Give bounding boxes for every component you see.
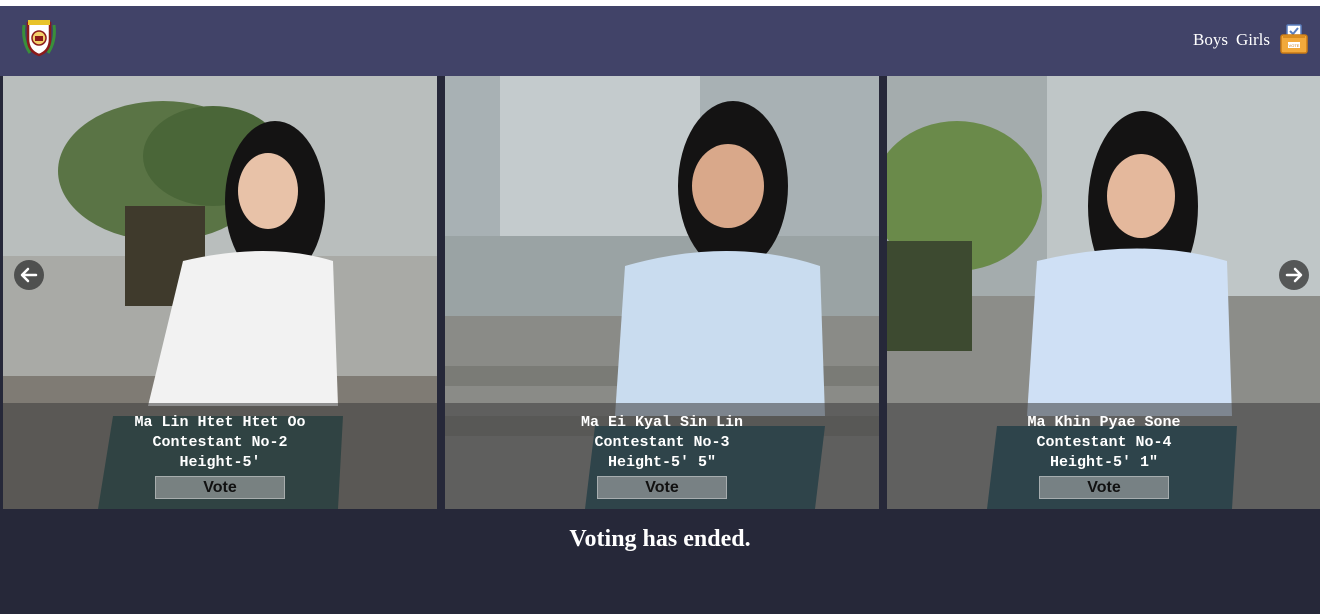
school-crest-icon[interactable] <box>18 17 60 59</box>
vote-button[interactable]: Vote <box>155 476 285 499</box>
ballot-box-label: VOTE <box>1289 43 1300 48</box>
contestant-name: Ma Ei Kyal Sin Lin <box>580 414 744 431</box>
contestant-caption: Ma Lin Htet Htet Oo Contestant No-2 Heig… <box>3 403 437 509</box>
main-area: Ma Lin Htet Htet Oo Contestant No-2 Heig… <box>0 76 1320 614</box>
carousel-prev-button[interactable] <box>14 260 44 290</box>
contestant-carousel: Ma Lin Htet Htet Oo Contestant No-2 Heig… <box>0 76 1320 512</box>
nav-link-boys[interactable]: Boys <box>1193 30 1228 50</box>
ballot-box-icon[interactable]: VOTE <box>1280 24 1308 54</box>
status-message: Voting has ended. <box>569 526 751 552</box>
arrow-left-icon <box>20 267 38 283</box>
navbar: Boys Girls VOTE <box>0 6 1320 76</box>
contestant-card: Ma Lin Htet Htet Oo Contestant No-2 Heig… <box>3 76 437 509</box>
contestant-card: Ma Ei Kyal Sin Lin Contestant No-3 Heigh… <box>445 76 879 509</box>
contestant-height: Height-5' 5" <box>607 454 717 471</box>
contestant-number: Contestant No-2 <box>152 434 288 451</box>
arrow-right-icon <box>1285 267 1303 283</box>
contestant-height: Height-5' <box>179 454 261 471</box>
nav-links: Boys Girls <box>1193 30 1270 50</box>
contestant-caption: Ma Khin Pyae Sone Contestant No-4 Height… <box>887 403 1320 509</box>
vote-button[interactable]: Vote <box>597 476 727 499</box>
contestant-number: Contestant No-3 <box>594 434 730 451</box>
contestant-name: Ma Khin Pyae Sone <box>1027 414 1181 431</box>
contestant-number: Contestant No-4 <box>1036 434 1172 451</box>
contestant-card: Ma Khin Pyae Sone Contestant No-4 Height… <box>887 76 1320 509</box>
carousel-next-button[interactable] <box>1279 260 1309 290</box>
contestant-caption: Ma Ei Kyal Sin Lin Contestant No-3 Heigh… <box>445 403 879 509</box>
contestant-height: Height-5' 1" <box>1049 454 1159 471</box>
contestant-name: Ma Lin Htet Htet Oo <box>134 414 306 431</box>
nav-link-girls[interactable]: Girls <box>1236 30 1270 50</box>
vote-button[interactable]: Vote <box>1039 476 1169 499</box>
